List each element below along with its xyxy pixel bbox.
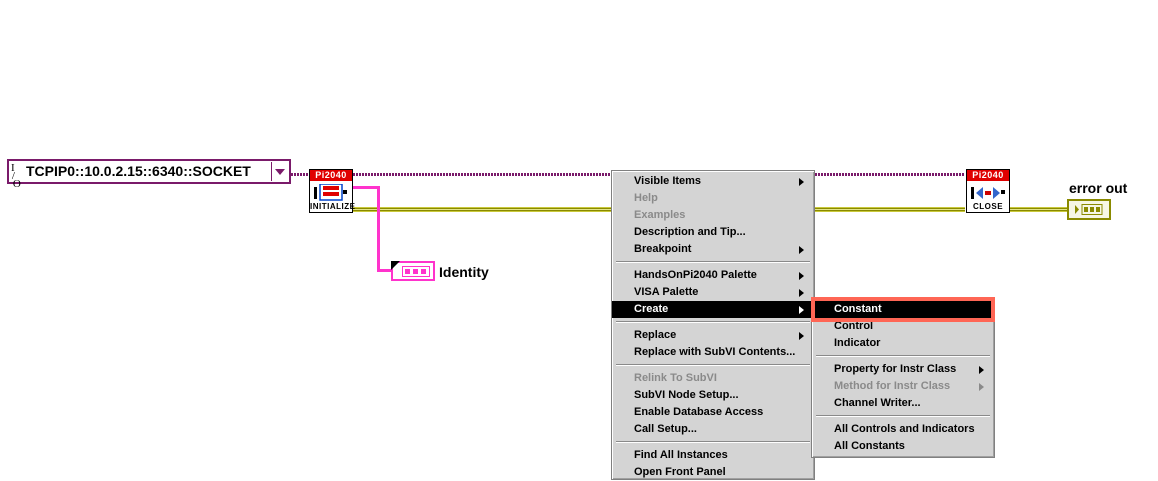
error-wire-out[interactable]	[1010, 207, 1067, 212]
submenu-item-all-constants[interactable]: All Constants	[812, 438, 994, 455]
menu-item-breakpoint[interactable]: Breakpoint	[612, 241, 814, 258]
initialize-subvi-header: Pi2040	[310, 170, 352, 181]
submenu-item-channel-writer[interactable]: Channel Writer...	[812, 395, 994, 412]
io-icon: I / O	[11, 162, 21, 190]
menu-item-label: Help	[634, 192, 658, 204]
menu-item-create[interactable]: Create	[612, 301, 814, 318]
dropdown-arrow-icon[interactable]	[271, 162, 288, 181]
submenu-arrow-icon	[799, 332, 804, 340]
menu-item-label: Open Front Panel	[634, 466, 726, 478]
submenu-item-method-for-instr-class[interactable]: Method for Instr Class	[812, 378, 994, 395]
menu-separator	[616, 441, 810, 443]
menu-item-label: Find All Instances	[634, 449, 728, 461]
menu-item-call-setup[interactable]: Call Setup...	[612, 421, 814, 438]
submenu-item-label: Control	[834, 320, 874, 332]
submenu-arrow-icon	[799, 272, 804, 280]
submenu-arrow-icon	[979, 383, 984, 391]
close-subvi[interactable]: Pi2040 CLOSE	[966, 169, 1010, 213]
menu-item-replace[interactable]: Replace	[612, 327, 814, 344]
context-menu[interactable]: Visible Items Help Examples Description …	[611, 170, 815, 480]
menu-item-label: Breakpoint	[634, 243, 692, 255]
menu-item-examples[interactable]: Examples	[612, 207, 814, 224]
submenu-arrow-icon	[799, 246, 804, 254]
initialize-subvi-footer: INITIALIZE	[310, 202, 356, 211]
close-subvi-footer: CLOSE	[972, 202, 1004, 211]
submenu-item-indicator[interactable]: Indicator	[812, 335, 994, 352]
menu-item-visible-items[interactable]: Visible Items	[612, 173, 814, 190]
submenu-item-label: Method for Instr Class	[834, 380, 951, 392]
identity-wire-horizontal-top[interactable]	[353, 186, 380, 189]
submenu-separator	[816, 415, 990, 417]
menu-item-handsonpi2040-palette[interactable]: HandsOnPi2040 Palette	[612, 267, 814, 284]
visa-resource-value: TCPIP0::10.0.2.15::6340::SOCKET	[26, 163, 251, 179]
menu-separator	[616, 261, 810, 263]
menu-item-open-front-panel[interactable]: Open Front Panel	[612, 464, 814, 481]
menu-item-label: SubVI Node Setup...	[634, 389, 739, 401]
submenu-item-all-controls-and-indicators[interactable]: All Controls and Indicators	[812, 421, 994, 438]
identity-indicator[interactable]	[391, 261, 435, 281]
instrument-icon	[314, 184, 347, 201]
error-out-label: error out	[1069, 180, 1128, 196]
menu-item-subvi-node-setup[interactable]: SubVI Node Setup...	[612, 387, 814, 404]
menu-item-label: Visible Items	[634, 175, 702, 187]
submenu-item-label: Channel Writer...	[834, 397, 921, 409]
menu-item-label: Enable Database Access	[634, 406, 764, 418]
menu-item-visa-palette[interactable]: VISA Palette	[612, 284, 814, 301]
menu-item-label: Description and Tip...	[634, 226, 746, 238]
menu-item-label: Call Setup...	[634, 423, 697, 435]
error-out-indicator[interactable]	[1067, 199, 1111, 220]
menu-item-label: Replace	[634, 329, 677, 341]
menu-item-label: Examples	[634, 209, 686, 221]
submenu-item-label: All Constants	[834, 440, 905, 452]
menu-item-enable-database-access[interactable]: Enable Database Access	[612, 404, 814, 421]
menu-item-replace-with-subvi-contents[interactable]: Replace with SubVI Contents...	[612, 344, 814, 361]
string-indicator-icon	[402, 266, 430, 277]
close-subvi-header: Pi2040	[967, 170, 1009, 181]
submenu-arrow-icon	[979, 366, 984, 374]
submenu-separator	[816, 355, 990, 357]
submenu-item-label: Indicator	[834, 337, 881, 349]
menu-item-label: HandsOnPi2040 Palette	[634, 269, 757, 281]
submenu-item-label: Constant	[834, 303, 882, 315]
menu-separator	[616, 364, 810, 366]
identity-label: Identity	[439, 264, 489, 280]
disconnect-icon	[971, 187, 1005, 199]
menu-item-label: Create	[634, 303, 669, 315]
visa-resource-control[interactable]: I / O TCPIP0::10.0.2.15::6340::SOCKET	[7, 159, 291, 190]
error-cluster-icon	[1075, 204, 1103, 215]
submenu-arrow-icon	[799, 306, 804, 314]
menu-item-description-and-tip[interactable]: Description and Tip...	[612, 224, 814, 241]
submenu-item-label: All Controls and Indicators	[834, 423, 975, 435]
submenu-item-label: Property for Instr Class	[834, 363, 957, 375]
submenu-item-control[interactable]: Control	[812, 318, 994, 335]
submenu-arrow-icon	[799, 289, 804, 297]
identity-wire-vertical[interactable]	[377, 186, 380, 272]
menu-item-help[interactable]: Help	[612, 190, 814, 207]
submenu-item-property-for-instr-class[interactable]: Property for Instr Class	[812, 361, 994, 378]
menu-item-label: Replace with SubVI Contents...	[634, 346, 796, 358]
menu-item-find-all-instances[interactable]: Find All Instances	[612, 447, 814, 464]
menu-item-relink-to-subvi[interactable]: Relink To SubVI	[612, 370, 814, 387]
menu-item-label: VISA Palette	[634, 286, 699, 298]
menu-item-label: Relink To SubVI	[634, 372, 717, 384]
create-submenu[interactable]: Constant Control Indicator Property for …	[811, 297, 995, 458]
submenu-arrow-icon	[799, 178, 804, 186]
initialize-subvi[interactable]: Pi2040 INITIALIZE	[309, 169, 356, 213]
submenu-item-constant[interactable]: Constant	[812, 301, 994, 318]
visa-wire-in[interactable]	[291, 173, 309, 176]
menu-separator	[616, 321, 810, 323]
